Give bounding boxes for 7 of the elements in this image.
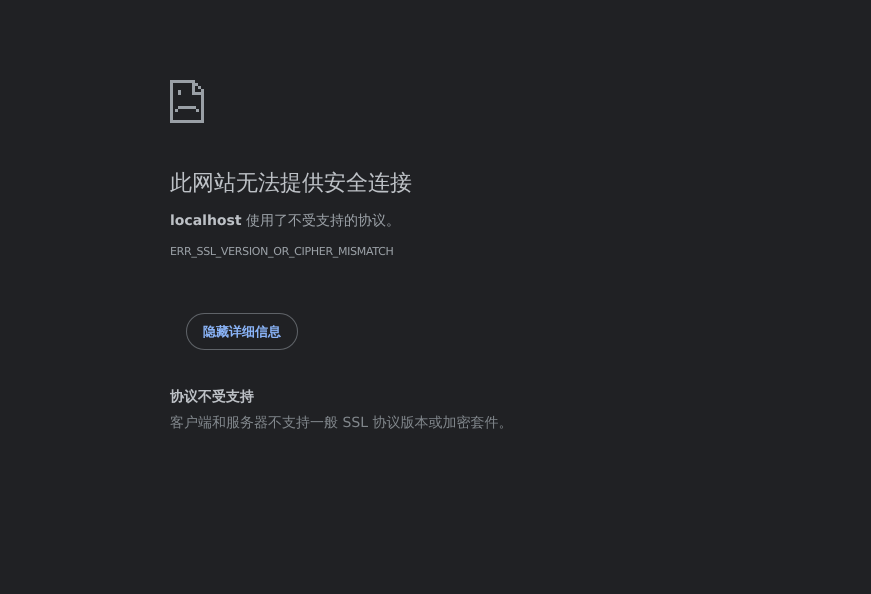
error-code: ERR_SSL_VERSION_OR_CIPHER_MISMATCH bbox=[170, 245, 394, 258]
broken-page-icon bbox=[170, 80, 204, 123]
details-heading: 协议不受支持 bbox=[170, 388, 254, 406]
hide-details-button[interactable]: 隐藏详细信息 bbox=[186, 313, 298, 350]
error-message: localhost 使用了不受支持的协议。 bbox=[170, 212, 400, 231]
error-title: 此网站无法提供安全连接 bbox=[170, 170, 412, 198]
details-text: 客户端和服务器不支持一般 SSL 协议版本或加密套件。 bbox=[170, 414, 512, 432]
